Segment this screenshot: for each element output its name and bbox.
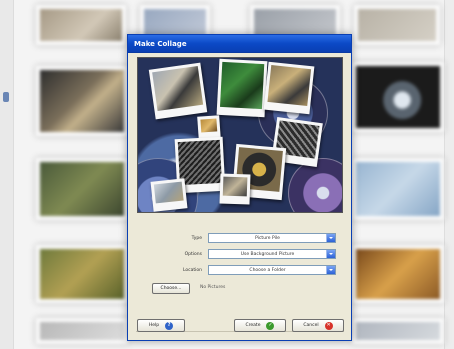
left-scrollbar[interactable] [0, 0, 14, 349]
chevron-down-icon[interactable] [326, 234, 335, 242]
dialog-title: Make Collage [134, 39, 187, 48]
options-value: Use Background Picture [240, 251, 295, 257]
type-select[interactable]: Picture Pile [208, 233, 336, 243]
choose-button[interactable]: Choose... [152, 283, 190, 294]
location-value: Choose a Folder [249, 267, 286, 273]
collage-photo [148, 62, 208, 120]
collage-photo [216, 58, 268, 118]
dialog-titlebar[interactable]: Make Collage [128, 35, 351, 53]
create-button-label: Create [245, 323, 261, 328]
collage-photo [150, 178, 188, 212]
create-button[interactable]: Create ✓ [234, 319, 286, 332]
help-icon: ? [165, 321, 174, 330]
collage-preview [137, 57, 343, 213]
location-select[interactable]: Choose a Folder [208, 265, 336, 275]
collage-photo [219, 173, 251, 205]
cancel-icon: ✕ [324, 321, 333, 330]
type-row: Type Picture Pile [158, 233, 336, 243]
gallery-thumbnail [352, 158, 444, 220]
gallery-thumbnail [354, 5, 440, 45]
gallery-thumbnail [352, 318, 444, 344]
make-collage-dialog: Make Collage Type Picture Pile Options U… [127, 34, 352, 341]
help-button-label: Help [148, 323, 160, 328]
gallery-thumbnail [36, 318, 128, 344]
location-label: Location [182, 267, 202, 273]
help-button[interactable]: Help ? [137, 319, 185, 332]
gallery-thumbnail [36, 5, 126, 45]
gallery-thumbnail [36, 66, 128, 136]
options-select[interactable]: Use Background Picture [208, 249, 336, 259]
chevron-down-icon[interactable] [326, 250, 335, 258]
chevron-down-icon[interactable] [326, 266, 335, 274]
gallery-thumbnail [36, 245, 128, 303]
location-row: Location Choose a Folder [158, 265, 336, 275]
scroll-arrow-icon[interactable] [3, 92, 9, 102]
cancel-button[interactable]: Cancel ✕ [292, 319, 344, 332]
type-value: Picture Pile [255, 235, 280, 241]
options-label: Options [184, 251, 202, 257]
type-label: Type [191, 235, 202, 241]
right-scrollbar[interactable] [444, 0, 454, 349]
options-row: Options Use Background Picture [158, 249, 336, 259]
gallery-thumbnail [352, 62, 444, 132]
gallery-thumbnail [352, 245, 444, 303]
gallery-thumbnail [36, 158, 128, 220]
cancel-button-label: Cancel [303, 323, 319, 328]
checkmark-icon: ✓ [266, 321, 275, 330]
choose-status: No Pictures [200, 285, 226, 290]
collage-photo [263, 61, 315, 115]
